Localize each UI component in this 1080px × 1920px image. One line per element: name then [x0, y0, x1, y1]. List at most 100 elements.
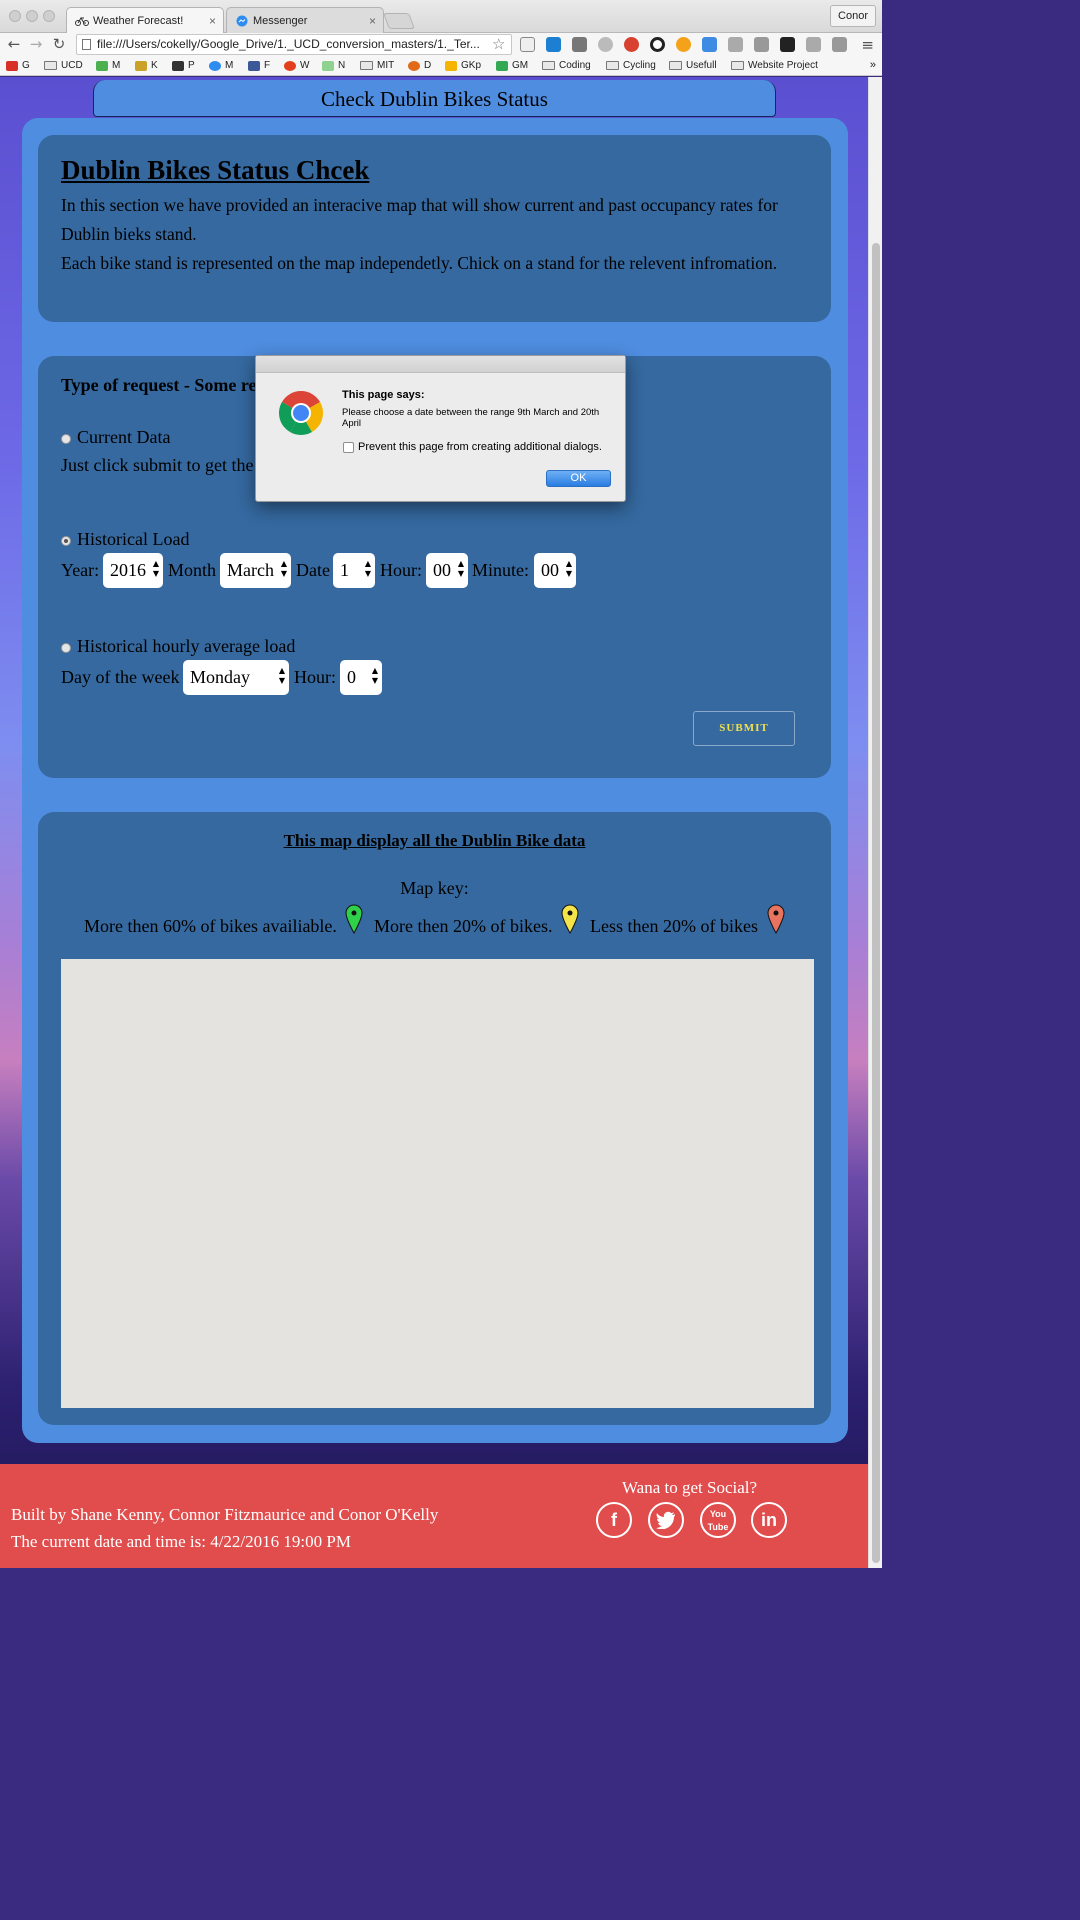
bookmark-p[interactable]: P: [172, 60, 195, 71]
cast-icon[interactable]: [520, 37, 535, 52]
forward-icon[interactable]: →: [27, 35, 45, 53]
yellow-marker-icon: [561, 904, 579, 934]
month-label: Month: [168, 560, 217, 580]
minute-label: Minute:: [472, 560, 529, 580]
profile-button[interactable]: Conor: [830, 5, 876, 27]
historical-load-label: Historical Load: [77, 529, 190, 549]
prevent-dialogs-checkbox[interactable]: [343, 442, 354, 453]
ok-button[interactable]: OK: [546, 470, 611, 487]
radio-historical-load[interactable]: [61, 536, 71, 546]
bookmark-maps[interactable]: M: [96, 60, 120, 71]
hour-label: Hour:: [380, 560, 422, 580]
k-extension-icon[interactable]: [546, 37, 561, 52]
tab-weather-forecast[interactable]: Weather Forecast! ×: [66, 7, 224, 33]
map-title: This map display all the Dublin Bike dat…: [283, 831, 586, 850]
dialog-message: Please choose a date between the range 9…: [342, 407, 600, 429]
new-tab-button[interactable]: [383, 13, 415, 29]
submit-button[interactable]: SUBMIT: [693, 711, 795, 746]
map-canvas[interactable]: [61, 959, 814, 1408]
menu-icon[interactable]: ≡: [861, 36, 874, 54]
bookmark-gmail[interactable]: G: [6, 60, 30, 71]
hour-select[interactable]: 00 ▲ ▼: [426, 553, 468, 588]
bookmark-w[interactable]: W: [284, 60, 309, 71]
bookmark-facebook[interactable]: F: [248, 60, 270, 71]
main-container: Dublin Bikes Status Chcek In this sectio…: [22, 118, 848, 1443]
window-zoom-dot[interactable]: [43, 10, 55, 22]
year-select[interactable]: 2016 ▲ ▼: [103, 553, 163, 588]
radio-current-data[interactable]: [61, 434, 71, 444]
bookmark-coding[interactable]: Coding: [542, 60, 591, 71]
extension-icon[interactable]: [676, 37, 691, 52]
facebook-icon[interactable]: f: [596, 1502, 632, 1538]
window-close-dot[interactable]: [9, 10, 21, 22]
play-icon: [496, 60, 508, 71]
ublock-icon[interactable]: [572, 37, 587, 52]
intro-title: Dublin Bikes Status Chcek: [61, 155, 370, 185]
reload-icon[interactable]: ↻: [50, 35, 68, 53]
date-select[interactable]: 1 ▲ ▼: [333, 553, 375, 588]
chrome-icon: [279, 391, 323, 435]
current-data-label: Current Data: [77, 427, 171, 447]
footer-credits: Built by Shane Kenny, Connor Fitzmaurice…: [11, 1505, 439, 1524]
linkedin-icon[interactable]: in: [751, 1502, 787, 1538]
back-icon[interactable]: ←: [5, 35, 23, 53]
month-select[interactable]: March ▲ ▼: [220, 553, 291, 588]
bookmarks-bar: G UCD M K P M F W N MIT D GKp GM Coding …: [0, 57, 882, 76]
map-card: This map display all the Dublin Bike dat…: [38, 812, 831, 1425]
bookmark-website-project[interactable]: Website Project: [731, 60, 818, 71]
tab-messenger[interactable]: Messenger ×: [226, 7, 384, 33]
bookmark-k[interactable]: K: [135, 60, 158, 71]
stepper-arrows-icon: ▲ ▼: [152, 559, 159, 578]
green-marker-icon: [345, 904, 363, 934]
window-minimize-dot[interactable]: [26, 10, 38, 22]
folder-icon: [360, 61, 373, 70]
extension-icon[interactable]: [832, 37, 847, 52]
drive-icon[interactable]: [728, 37, 743, 52]
extension-icon[interactable]: [806, 37, 821, 52]
folder-icon: [44, 61, 57, 70]
intro-line-1: In this section we have provided an inte…: [61, 195, 778, 244]
bookmark-cycling[interactable]: Cycling: [606, 60, 656, 71]
bookmark-ucd[interactable]: UCD: [44, 60, 83, 71]
extension-icon[interactable]: [598, 37, 613, 52]
messenger-icon: [209, 60, 221, 71]
date-label: Date: [296, 560, 330, 580]
page-viewport: Check Dublin Bikes Status Dublin Bikes S…: [0, 77, 868, 1568]
twitter-icon[interactable]: [648, 1502, 684, 1538]
dialog-titlebar: [256, 356, 625, 373]
bookmarks-overflow-icon[interactable]: »: [870, 59, 876, 71]
browser-titlebar: Weather Forecast! × Messenger × Conor: [0, 0, 882, 33]
bookmark-usefull[interactable]: Usefull: [669, 60, 717, 71]
tab-label: Weather Forecast!: [93, 14, 184, 27]
close-icon[interactable]: ×: [369, 14, 376, 28]
extension-icon[interactable]: [780, 37, 795, 52]
scrollbar-thumb[interactable]: [872, 243, 880, 1563]
bookmark-gm[interactable]: GM: [496, 60, 528, 71]
address-bar[interactable]: file:///Users/cokelly/Google_Drive/1._UC…: [76, 34, 512, 55]
minute-select[interactable]: 00 ▲ ▼: [534, 553, 576, 588]
bookmark-messenger[interactable]: M: [209, 60, 233, 71]
intro-line-2: Each bike stand is represented on the ma…: [61, 253, 778, 273]
extension-icon[interactable]: [624, 37, 639, 52]
bookmark-d[interactable]: D: [408, 60, 431, 71]
hourly-hour-select[interactable]: 0 ▲ ▼: [340, 660, 382, 695]
bookmark-star-icon[interactable]: ☆: [492, 35, 505, 53]
bookmark-n[interactable]: N: [322, 60, 345, 71]
extension-icon[interactable]: [702, 37, 717, 52]
close-icon[interactable]: ×: [209, 14, 216, 28]
gmail-icon: [6, 60, 18, 71]
key-low-label: Less then 20% of bikes: [590, 916, 758, 936]
extension-icon[interactable]: [650, 37, 665, 52]
scrollbar[interactable]: [868, 77, 882, 1568]
bookmark-gkp[interactable]: GKp: [445, 60, 481, 71]
youtube-icon[interactable]: You Tube: [700, 1502, 736, 1538]
social-heading: Wana to get Social?: [622, 1478, 758, 1497]
bookmark-mit[interactable]: MIT: [360, 60, 394, 71]
page-footer: Built by Shane Kenny, Connor Fitzmaurice…: [0, 1464, 868, 1568]
day-of-week-select[interactable]: Monday ▲ ▼: [183, 660, 289, 695]
hourly-hour-label: Hour:: [294, 667, 336, 687]
radio-hourly-average[interactable]: [61, 643, 71, 653]
facebook-icon: [248, 60, 260, 71]
extension-icon[interactable]: [754, 37, 769, 52]
footer-datetime: The current date and time is: 4/22/2016 …: [11, 1532, 351, 1551]
